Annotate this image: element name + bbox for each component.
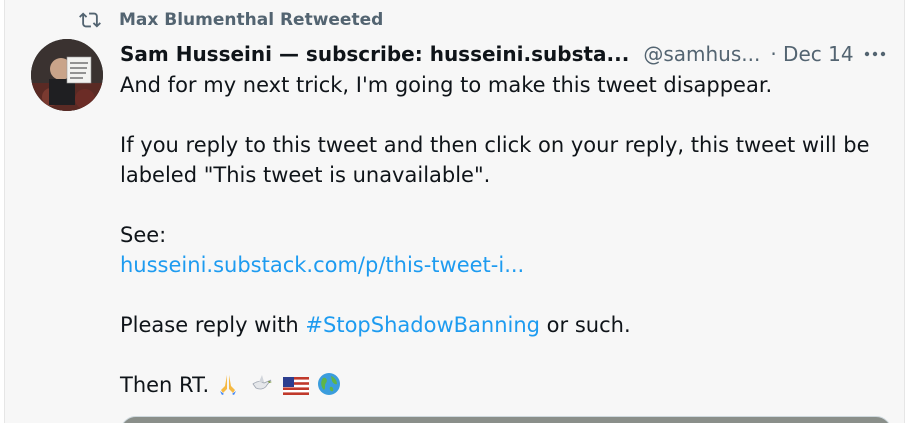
more-icon[interactable] xyxy=(860,40,890,68)
retweet-context: Max Blumenthal Retweeted xyxy=(79,8,383,32)
hashtag-link[interactable]: #StopShadowBanning xyxy=(305,313,540,337)
reply-suffix: or such. xyxy=(540,313,631,337)
media-preview[interactable] xyxy=(120,416,892,423)
tweet-header: Sam Husseini — subscribe: husseini.subst… xyxy=(120,40,890,68)
retweet-label[interactable]: Max Blumenthal Retweeted xyxy=(119,10,383,30)
reply-prefix: Please reply with xyxy=(120,313,306,337)
avatar[interactable] xyxy=(31,39,103,111)
tweet-paragraph-2: If you reply to this tweet and then clic… xyxy=(120,133,870,187)
dove-emoji xyxy=(250,372,274,396)
tweet-line-1: And for my next trick, I'm going to make… xyxy=(120,73,773,97)
reply-request: Please reply with #StopShadowBanning or … xyxy=(120,310,890,340)
retweet-icon xyxy=(79,9,101,31)
see-label: See: xyxy=(120,223,167,247)
author-name[interactable]: Sam Husseini — subscribe: husseini.subst… xyxy=(120,42,629,66)
final-line: Then RT. xyxy=(120,370,890,400)
substack-link[interactable]: husseini.substack.com/p/this-tweet-i... xyxy=(120,250,890,280)
then-rt-text: Then RT. xyxy=(120,373,210,397)
globe-emoji xyxy=(317,372,341,396)
tweet-text: And for my next trick, I'm going to make… xyxy=(120,70,890,400)
us-flag-emoji xyxy=(283,374,310,398)
tweet-date[interactable]: · Dec 14 xyxy=(770,42,853,66)
author-handle[interactable]: @samhus... xyxy=(643,42,760,66)
folded-hands-emoji xyxy=(216,372,240,396)
see-block: See: husseini.substack.com/p/this-tweet-… xyxy=(120,220,890,280)
tweet[interactable]: Max Blumenthal Retweeted Sam Husseini — … xyxy=(4,0,905,423)
